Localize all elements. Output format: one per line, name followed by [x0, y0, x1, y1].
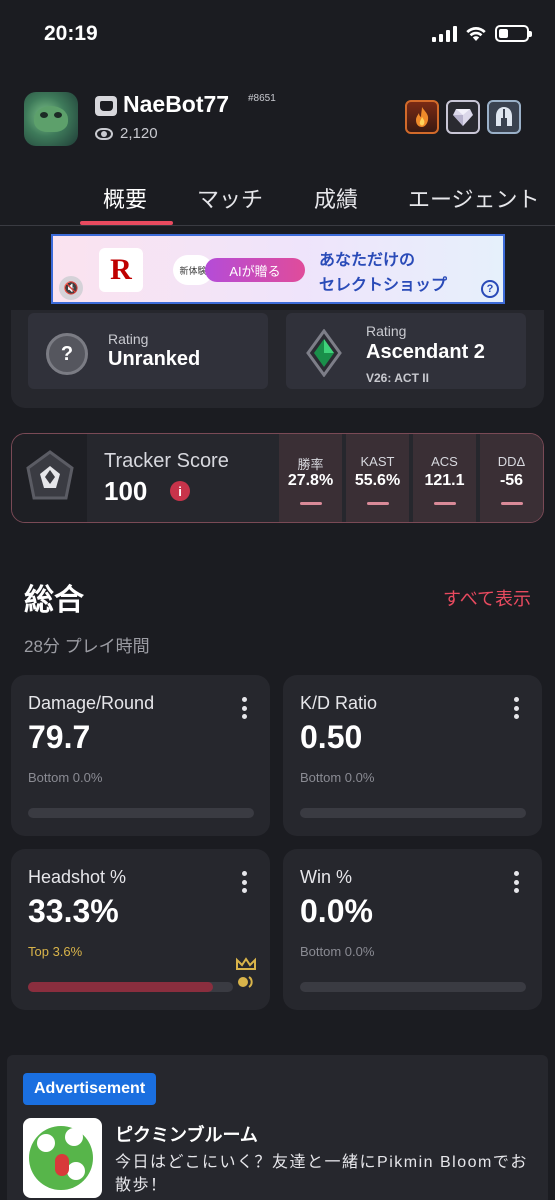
pikmin-app-icon[interactable]: [23, 1118, 102, 1198]
rating-ascendant[interactable]: Rating Ascendant 2 V26: ACT II: [286, 313, 526, 389]
mini-stat-winrate: 勝率 27.8%: [277, 434, 342, 522]
stat-title: Damage/Round: [28, 693, 155, 713]
more-options-icon[interactable]: [242, 871, 248, 893]
mini-stat-label: ACS: [431, 454, 458, 469]
tracker-score-value: 100: [104, 476, 148, 506]
mini-stat-label: DDΔ: [497, 454, 526, 469]
ad-ai-pill: AIが贈る: [205, 258, 305, 282]
eye-icon: [95, 127, 113, 140]
mini-stat-bar: [501, 502, 523, 505]
stat-progress-bar: [28, 982, 233, 992]
mini-stat-value: 55.6%: [354, 472, 401, 489]
rating-value: Unranked: [108, 348, 201, 370]
stat-progress-bar: [28, 808, 254, 818]
stat-progress-bar: [300, 982, 526, 992]
unranked-question-icon: ?: [46, 333, 88, 375]
tracker-score-card[interactable]: Tracker Score 100 i 勝率 27.8% KAST 55.6% …: [11, 433, 544, 523]
banner-ad[interactable]: R 🔇 新体験 AIが贈る あなただけの セレクトショップ ?: [51, 234, 505, 304]
stat-rank: Bottom 0.0%: [300, 770, 375, 785]
rating-value: Ascendant 2: [366, 341, 485, 363]
mini-stat-label: KAST: [360, 454, 395, 469]
ascendant-rank-icon: [306, 329, 342, 377]
ad-info-icon[interactable]: ?: [481, 280, 499, 298]
stat-rank: Bottom 0.0%: [300, 944, 375, 959]
rating-label: Rating: [366, 323, 407, 339]
tracker-score-label: Tracker Score: [104, 450, 229, 472]
stat-title: Win %: [300, 867, 353, 887]
stat-value: 33.3%: [28, 893, 119, 929]
more-options-icon[interactable]: [242, 697, 248, 719]
mini-stat-label: 勝率: [297, 457, 324, 472]
crown-icon: [236, 957, 256, 988]
mute-icon[interactable]: 🔇: [59, 276, 83, 300]
stat-card-damage-round[interactable]: Damage/Round 79.7 Bottom 0.0%: [11, 675, 270, 836]
tab-agents[interactable]: エージェント: [408, 182, 540, 214]
views-count: 2,120: [120, 125, 158, 142]
more-options-icon[interactable]: [514, 871, 520, 893]
ad-copy-line1: あなただけの: [319, 252, 416, 269]
riot-platform-icon: [95, 96, 117, 116]
stat-title: K/D Ratio: [300, 693, 378, 713]
advertisement-label: Advertisement: [23, 1073, 157, 1105]
active-tab-indicator: [80, 221, 173, 225]
mini-stat-acs: ACS 121.1: [411, 434, 476, 522]
stat-rank: Top 3.6%: [28, 944, 83, 959]
wifi-icon: [466, 27, 486, 41]
mini-stat-value: 121.1: [424, 472, 465, 489]
fire-badge-icon[interactable]: [405, 100, 439, 134]
rakuten-logo: R: [99, 248, 143, 292]
more-options-icon[interactable]: [514, 697, 520, 719]
cellular-signal-icon: [432, 25, 457, 42]
profile-badges: [405, 100, 521, 134]
ad-description: 今日はどこにいく？友達と一緒にPikmin Bloomでお散歩！: [115, 1154, 528, 1194]
mini-stat-bar: [367, 502, 389, 505]
username: NaeBot77: [123, 91, 230, 117]
advertisement-card[interactable]: Advertisement ピクミンブルーム 今日はどこにいく？友達と一緒にPi…: [7, 1055, 548, 1200]
overview-title: 総合: [24, 584, 84, 617]
tab-stats[interactable]: 成績: [314, 182, 358, 214]
stat-rank: Bottom 0.0%: [28, 770, 103, 785]
ad-app-name: ピクミンブルーム: [115, 1125, 258, 1145]
stat-value: 0.50: [300, 719, 363, 755]
stat-title: Headshot %: [28, 867, 127, 887]
tab-bar: 概要 マッチ 成績 エージェント: [0, 170, 555, 226]
stat-card-headshot[interactable]: Headshot % 33.3% Top 3.6%: [11, 849, 270, 1010]
see-all-link[interactable]: すべて表示: [443, 585, 531, 611]
rating-unranked[interactable]: ? Rating Unranked: [28, 313, 268, 389]
mini-stat-value: -56: [499, 472, 524, 489]
user-tag: #8651: [248, 93, 276, 104]
stat-value: 79.7: [28, 719, 91, 755]
info-icon[interactable]: i: [170, 481, 190, 501]
helmet-badge-icon[interactable]: [487, 100, 521, 134]
playtime: 28分 プレイ時間: [24, 637, 150, 656]
mini-stat-kast: KAST 55.6%: [344, 434, 409, 522]
mini-stat-bar: [434, 502, 456, 505]
mini-stat-value: 27.8%: [287, 472, 334, 489]
ad-copy-line2: セレクトショップ: [319, 277, 448, 294]
tracker-emblem-panel: [12, 434, 87, 522]
tab-overview[interactable]: 概要: [103, 182, 147, 214]
tab-matches[interactable]: マッチ: [197, 182, 263, 214]
mini-stat-bar: [300, 502, 322, 505]
status-bar: 20:19: [0, 0, 555, 70]
stat-value: 0.0%: [300, 893, 373, 929]
diamond-badge-icon[interactable]: [446, 100, 480, 134]
mini-stat-dd: DDΔ -56: [478, 434, 543, 522]
profile-header: NaeBot77 #8651 2,120: [0, 86, 555, 156]
profile-views: 2,120: [95, 125, 158, 142]
stat-progress-bar: [300, 808, 526, 818]
avatar[interactable]: [24, 92, 78, 146]
tracker-emblem-icon: [26, 450, 74, 500]
rating-label: Rating: [108, 331, 149, 347]
battery-icon: [495, 25, 532, 42]
rating-card: ? Rating Unranked Rating Ascendant 2 V26…: [11, 310, 544, 408]
status-icons: [432, 25, 532, 42]
status-time: 20:19: [44, 22, 98, 45]
stat-card-kd-ratio[interactable]: K/D Ratio 0.50 Bottom 0.0%: [283, 675, 542, 836]
stat-card-win[interactable]: Win % 0.0% Bottom 0.0%: [283, 849, 542, 1010]
rating-act: V26: ACT II: [366, 371, 429, 385]
